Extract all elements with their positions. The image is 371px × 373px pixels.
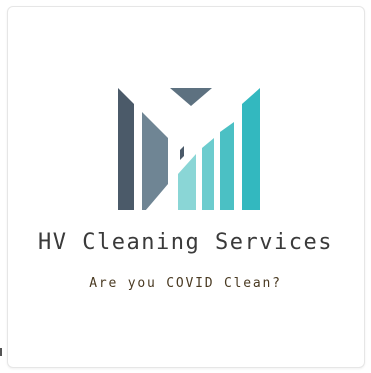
company-name: HV Cleaning Services [38, 230, 333, 255]
logo-bar-teal-2 [202, 138, 214, 210]
logo-bar-left [118, 88, 134, 210]
logo-top-triangle [170, 88, 212, 106]
company-tagline: Are you COVID Clean? [89, 276, 282, 291]
corner-mark [0, 348, 2, 356]
building-bars-logo-icon [118, 88, 260, 210]
logo-bar-teal-3 [220, 122, 234, 210]
logo-bar-right [242, 88, 260, 210]
logo-bar-inner [180, 146, 184, 160]
logo-bar-teal-1 [178, 154, 196, 210]
